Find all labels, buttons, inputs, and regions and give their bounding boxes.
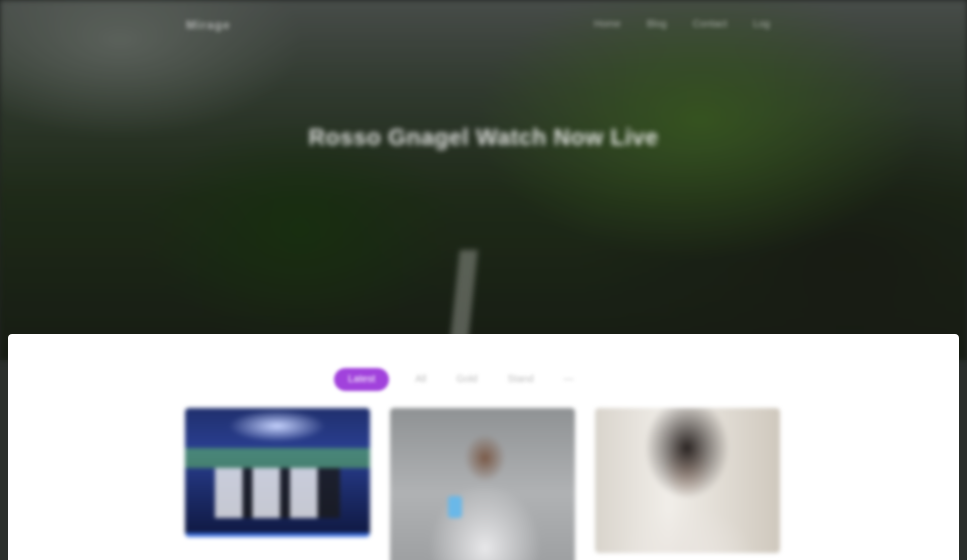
nav-item-contact[interactable]: Contact bbox=[693, 19, 727, 30]
tab-more[interactable]: — bbox=[560, 369, 578, 390]
thumbnail-light-band bbox=[185, 448, 370, 468]
thumbnail-figures bbox=[215, 468, 340, 518]
tab-all[interactable]: All bbox=[411, 369, 430, 390]
thumbnail-cup bbox=[448, 496, 462, 518]
tab-stand[interactable]: Stand bbox=[504, 369, 538, 390]
nav-item-blog[interactable]: Blog bbox=[647, 19, 667, 30]
hero-overlay bbox=[0, 0, 967, 360]
content-panel: Latest All Gold Stand — bbox=[8, 334, 959, 560]
video-grid bbox=[185, 408, 780, 560]
nav-menu: Home Blog Contact Log bbox=[594, 19, 770, 30]
video-card-thumbnail[interactable] bbox=[390, 408, 575, 560]
top-navigation: Mirage Home Blog Contact Log bbox=[0, 14, 967, 38]
nav-item-home[interactable]: Home bbox=[594, 19, 621, 30]
video-card-thumbnail[interactable] bbox=[595, 408, 780, 553]
nav-item-log[interactable]: Log bbox=[753, 19, 770, 30]
tab-latest[interactable]: Latest bbox=[334, 368, 390, 391]
hero-title: Rosso Gnagel Watch Now Live bbox=[308, 124, 659, 150]
filter-tabs: Latest All Gold Stand — bbox=[334, 368, 578, 391]
site-logo[interactable]: Mirage bbox=[186, 18, 231, 32]
page: Mirage Home Blog Contact Log Rosso Gnage… bbox=[0, 0, 967, 560]
tab-gold[interactable]: Gold bbox=[452, 369, 481, 390]
video-card-thumbnail[interactable] bbox=[185, 408, 370, 537]
